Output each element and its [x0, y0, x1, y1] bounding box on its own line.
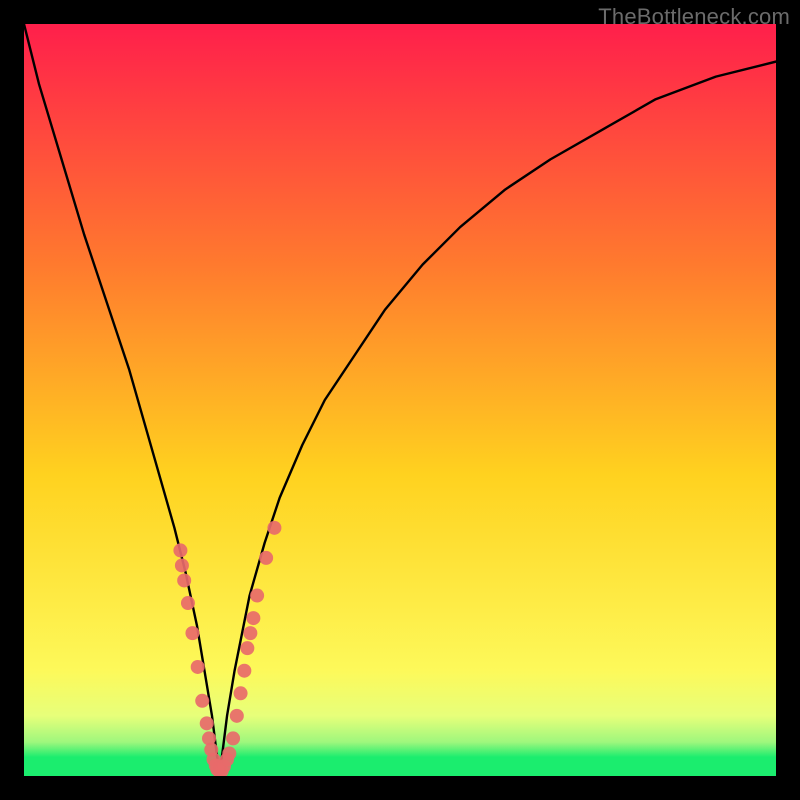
chart-svg [24, 24, 776, 776]
chart-frame [24, 24, 776, 776]
chart-plot [24, 24, 776, 776]
watermark-text: TheBottleneck.com [598, 4, 790, 30]
